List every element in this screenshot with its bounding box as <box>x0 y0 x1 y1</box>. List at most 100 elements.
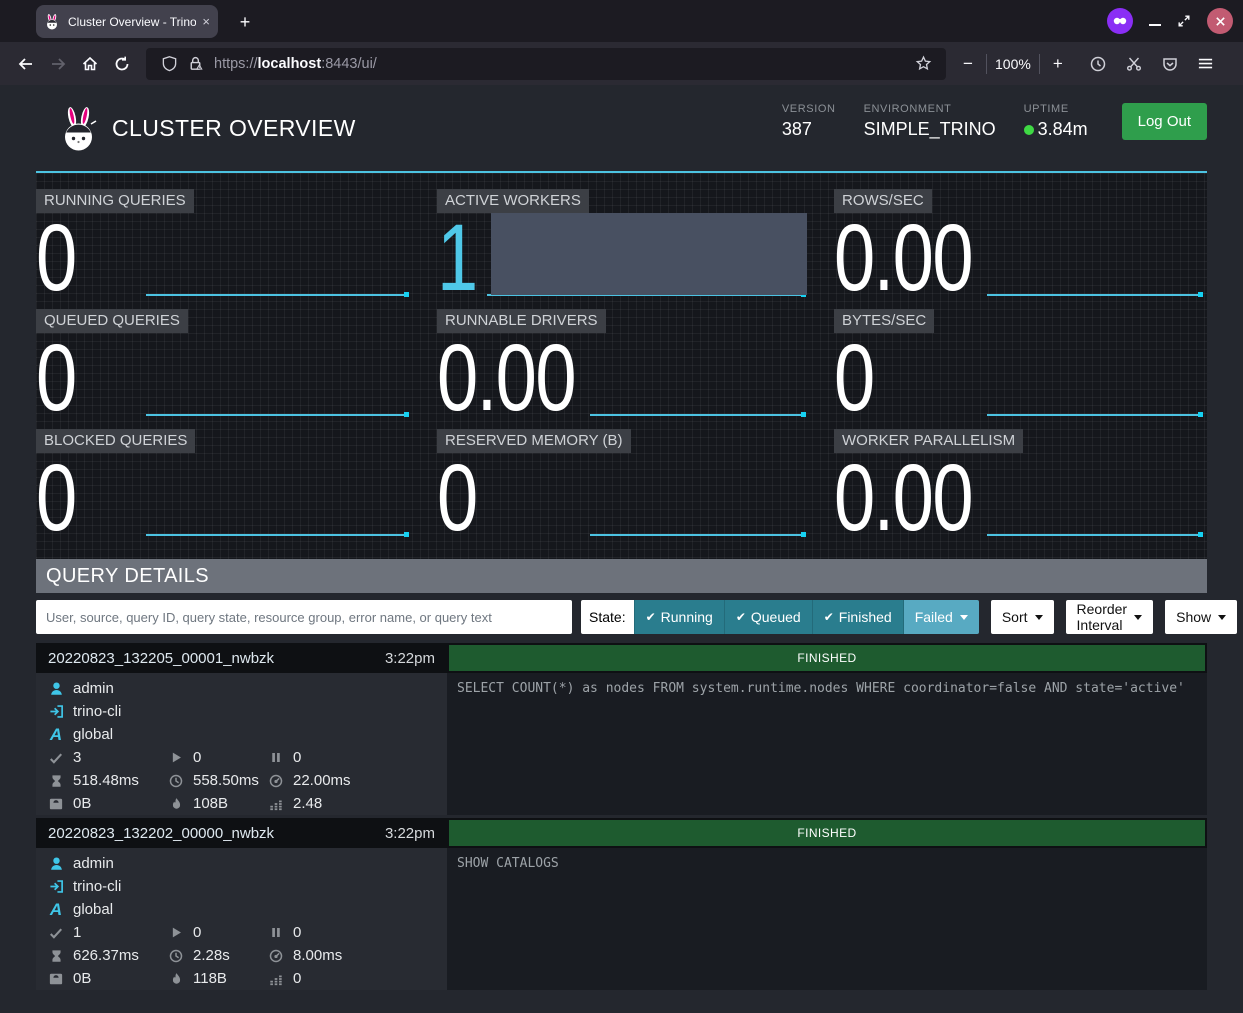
chevron-down-icon <box>1134 615 1142 620</box>
version-metric: VERSION 387 <box>782 103 836 140</box>
query-status-badge: FINISHED <box>449 820 1205 846</box>
check-icon: ✔ <box>736 610 746 624</box>
tab-title: Cluster Overview - Trino <box>68 15 196 29</box>
state-filter-running[interactable]: ✔ Running <box>634 600 724 634</box>
zoom-in-button[interactable]: + <box>1048 54 1068 74</box>
search-input[interactable] <box>36 600 572 634</box>
user-icon <box>48 856 64 871</box>
sparkline <box>146 414 408 416</box>
peak-memory-flame-icon <box>168 797 184 811</box>
check-icon: ✔ <box>824 610 834 624</box>
queued-splits-pause-icon <box>268 751 284 764</box>
sparkline <box>987 294 1202 296</box>
queued-splits-pause-icon <box>268 926 284 939</box>
query-time: 3:22pm <box>385 650 435 667</box>
resource-group-icon: A <box>48 727 64 743</box>
query-sql-text: SELECT COUNT(*) as nodes FROM system.run… <box>447 673 1207 815</box>
state-filter-finished[interactable]: ✔ Finished <box>812 600 903 634</box>
chevron-down-icon <box>1035 615 1043 620</box>
query-user: admin <box>73 855 114 872</box>
reorder-interval-dropdown[interactable]: Reorder Interval <box>1066 600 1154 634</box>
query-time: 3:22pm <box>385 825 435 842</box>
sparkline <box>146 534 408 536</box>
user-icon <box>48 681 64 696</box>
url-bar[interactable]: https://localhost:8443/ui/ <box>146 48 946 80</box>
sparkline <box>987 414 1202 416</box>
logout-button[interactable]: Log Out <box>1122 103 1207 140</box>
running-splits-play-icon <box>168 751 184 764</box>
source-login-icon <box>48 879 64 894</box>
state-label: State: <box>581 600 634 634</box>
screenshot-scissors-icon[interactable] <box>1118 48 1150 80</box>
pocket-icon[interactable] <box>1154 48 1186 80</box>
wall-time-hourglass-icon <box>48 949 64 963</box>
window-controls <box>1107 8 1233 34</box>
page-title: CLUSTER OVERVIEW <box>112 115 356 142</box>
stat-bytes-per-sec: BYTES/SEC 0 <box>834 307 1204 417</box>
sort-dropdown[interactable]: Sort <box>991 600 1054 634</box>
environment-metric: ENVIRONMENT SIMPLE_TRINO <box>864 103 996 140</box>
stat-worker-parallelism: WORKER PARALLELISM 0.00 <box>834 427 1204 537</box>
elapsed-time-clock-icon <box>168 949 184 963</box>
restore-button[interactable] <box>1177 14 1191 28</box>
state-filter-group: State: ✔ Running ✔ Queued ✔ Finished Fai… <box>581 600 979 634</box>
tracking-shield-icon[interactable] <box>156 55 182 72</box>
resource-group-icon: A <box>48 902 64 918</box>
query-row: 20220823_132205_00001_nwbzk 3:22pm admin… <box>36 643 1207 815</box>
query-id-link[interactable]: 20220823_132205_00001_nwbzk <box>48 650 274 667</box>
trino-favicon-bunny-icon <box>44 14 60 30</box>
current-memory-scale-icon <box>48 797 64 811</box>
wall-time-hourglass-icon <box>48 774 64 788</box>
connection-lock-icon[interactable] <box>182 55 208 72</box>
url-text[interactable]: https://localhost:8443/ui/ <box>214 56 910 72</box>
zoom-controls: − 100% + <box>958 54 1068 74</box>
sparkline <box>590 414 805 416</box>
tab-close-icon[interactable]: × <box>202 14 210 29</box>
query-detail-pane: FINISHED SELECT COUNT(*) as nodes FROM s… <box>447 643 1207 815</box>
chevron-down-icon <box>1218 615 1226 620</box>
reload-button[interactable] <box>106 48 138 80</box>
stat-reserved-memory: RESERVED MEMORY (B) 0 <box>437 427 807 537</box>
query-list: 20220823_132205_00001_nwbzk 3:22pm admin… <box>36 643 1207 990</box>
stat-runnable-drivers: RUNNABLE DRIVERS 0.00 <box>437 307 807 417</box>
show-dropdown[interactable]: Show <box>1165 600 1237 634</box>
private-browsing-icon <box>1107 8 1133 34</box>
query-filter-toolbar: State: ✔ Running ✔ Queued ✔ Finished Fai… <box>36 600 1207 634</box>
home-button[interactable] <box>74 48 106 80</box>
running-splits-play-icon <box>168 926 184 939</box>
query-detail-pane: FINISHED SHOW CATALOGS <box>447 818 1207 990</box>
back-button[interactable] <box>10 48 42 80</box>
menu-hamburger-icon[interactable] <box>1190 48 1222 80</box>
cpu-time-gauge-icon <box>268 949 284 963</box>
check-icon: ✔ <box>646 610 656 624</box>
zoom-out-button[interactable]: − <box>958 54 978 74</box>
query-resource-group: global <box>73 901 113 918</box>
query-status-badge: FINISHED <box>449 645 1205 671</box>
cumulative-memory-chart-icon <box>268 797 284 811</box>
uptime-status-dot <box>1024 125 1034 135</box>
query-summary: 20220823_132202_00000_nwbzk 3:22pm admin… <box>36 818 447 990</box>
cluster-stats-section: RUNNING QUERIES 0 ACTIVE WORKERS 1 ROWS/… <box>36 173 1207 559</box>
stat-running-queries: RUNNING QUERIES 0 <box>36 187 410 297</box>
sparkline <box>146 294 408 296</box>
query-details-header: QUERY DETAILS <box>36 559 1207 593</box>
forward-button[interactable] <box>42 48 74 80</box>
trino-bunny-logo <box>58 107 100 153</box>
minimize-button[interactable] <box>1149 16 1161 26</box>
query-id-link[interactable]: 20220823_132202_00000_nwbzk <box>48 825 274 842</box>
state-filter-failed-dropdown[interactable]: Failed <box>903 600 979 634</box>
history-clock-icon[interactable] <box>1082 48 1114 80</box>
state-filter-queued[interactable]: ✔ Queued <box>724 600 812 634</box>
zoom-level[interactable]: 100% <box>995 56 1031 72</box>
peak-memory-flame-icon <box>168 972 184 986</box>
cpu-time-gauge-icon <box>268 774 284 788</box>
bookmark-star-icon[interactable] <box>910 55 936 72</box>
browser-tab[interactable]: Cluster Overview - Trino × <box>36 5 218 38</box>
current-memory-scale-icon <box>48 972 64 986</box>
query-source: trino-cli <box>73 703 121 720</box>
new-tab-button[interactable]: + <box>232 9 258 35</box>
sparkline <box>590 534 805 536</box>
completed-splits-check-icon <box>48 751 64 765</box>
completed-splits-check-icon <box>48 926 64 940</box>
close-window-button[interactable] <box>1207 8 1233 34</box>
